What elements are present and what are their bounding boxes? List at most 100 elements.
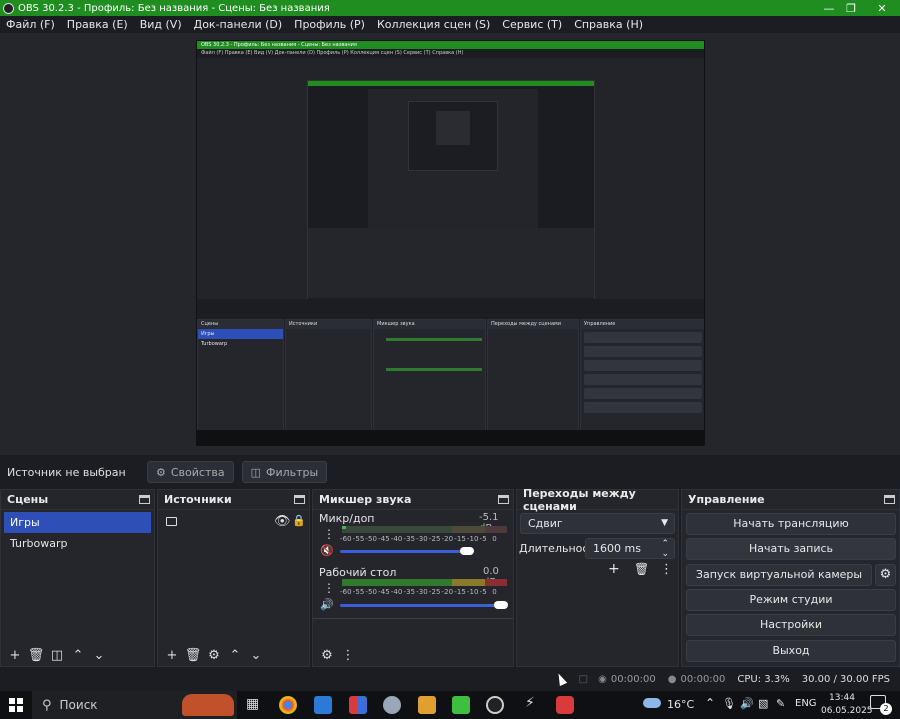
nested-mixer: Микшер звука	[373, 319, 486, 441]
preview-canvas[interactable]: OBS 30.2.3 - Профиль: Без названия - Сце…	[196, 40, 705, 446]
menu-view[interactable]: Вид (V)	[134, 18, 188, 31]
filter-icon[interactable]: ◫	[47, 646, 67, 664]
menu-edit[interactable]: Правка (E)	[61, 18, 134, 31]
properties-button[interactable]: ⚙ Свойства	[147, 461, 234, 483]
cpu-usage: CPU: 3.3%	[737, 673, 790, 685]
channel-name: Рабочий стол	[319, 566, 397, 579]
meter-scale-tick: -35	[403, 588, 416, 596]
nested-scenes: Сцены Игры Turbowarp	[197, 319, 284, 441]
arrow-up-icon[interactable]: ⌃	[68, 646, 88, 664]
microphone-icon[interactable]: 🎙	[722, 697, 736, 710]
duration-spinbox[interactable]: 1600 ms ⌃ ⌄	[585, 538, 675, 559]
volume-icon[interactable]: 🔊	[740, 697, 754, 710]
add-icon[interactable]: +	[162, 646, 182, 664]
menu-tools[interactable]: Сервис (T)	[496, 18, 568, 31]
pen-icon[interactable]: ✎	[776, 697, 785, 710]
more-icon[interactable]: ⋮	[660, 562, 673, 577]
menu-scene-collection[interactable]: Коллекция сцен (S)	[371, 18, 496, 31]
arrow-down-icon[interactable]: ⌄	[89, 646, 109, 664]
trash-icon[interactable]: 🗑	[183, 646, 203, 664]
meter-scale-tick: -60	[340, 588, 352, 596]
arrow-up-icon[interactable]: ⌃	[225, 646, 245, 664]
search-icon: ⚲	[42, 697, 52, 713]
clock-time[interactable]: 13:44	[829, 693, 855, 703]
app-icon[interactable]	[452, 696, 470, 714]
exit-button[interactable]: Выход	[686, 640, 896, 662]
virtual-camera-settings-icon[interactable]: ⚙	[875, 564, 896, 586]
volume-slider[interactable]	[340, 550, 464, 553]
lock-icon[interactable]: 🔒	[292, 514, 306, 527]
obs-icon[interactable]	[486, 696, 504, 714]
start-streaming-button[interactable]: Начать трансляцию	[686, 513, 896, 535]
lightning-icon[interactable]: ⚡	[525, 695, 535, 711]
menu-profile[interactable]: Профиль (P)	[288, 18, 371, 31]
volume-meter	[342, 526, 507, 533]
weather-temp[interactable]: 16°C	[667, 698, 694, 711]
meter-scale-tick: -25	[428, 588, 441, 596]
task-view-icon[interactable]: ▦	[246, 696, 259, 712]
taskbar-search[interactable]: ⚲ Поиск	[32, 691, 237, 719]
nested-taskbar	[197, 430, 704, 445]
scenes-title: Сцены	[7, 493, 49, 506]
meter-scale-tick: -50	[365, 535, 378, 543]
gear-icon[interactable]: ⚙	[204, 646, 224, 664]
muted-speaker-icon[interactable]: 🔇	[320, 544, 334, 557]
volume-slider-handle[interactable]	[460, 547, 474, 555]
app-icon[interactable]	[556, 696, 574, 714]
arrow-down-icon[interactable]: ⌄	[246, 646, 266, 664]
mixer-dock: Микшер звука Микр/доп -5.1 dB ⋮ -60-55-5…	[312, 489, 514, 667]
app-icon[interactable]	[418, 696, 436, 714]
add-icon[interactable]: +	[5, 646, 25, 664]
menu-help[interactable]: Справка (H)	[568, 18, 649, 31]
filters-button[interactable]: ◫ Фильтры	[241, 461, 328, 483]
chevron-up-icon[interactable]: ⌃	[705, 696, 715, 710]
network-icon[interactable]: ▧	[758, 697, 768, 710]
more-icon[interactable]: ⋮	[323, 527, 335, 541]
scene-item[interactable]: Turbowarp	[4, 533, 151, 554]
menu-docks[interactable]: Док-панели (D)	[188, 18, 289, 31]
add-icon[interactable]: +	[608, 561, 620, 577]
studio-mode-button[interactable]: Режим студии	[686, 589, 896, 611]
more-icon[interactable]: ⋮	[323, 581, 335, 595]
volume-slider[interactable]	[340, 604, 500, 607]
transitions-title: Переходы между сценами	[523, 486, 636, 513]
undock-icon[interactable]	[294, 495, 305, 504]
close-button[interactable]: ✕	[868, 0, 896, 16]
volume-meter	[342, 579, 507, 586]
meter-scale-tick: -30	[416, 588, 428, 596]
preview-area[interactable]: OBS 30.2.3 - Профиль: Без названия - Сце…	[0, 33, 900, 455]
meter-scale-tick: -50	[365, 588, 378, 596]
meter-scale-tick: -10	[466, 535, 479, 543]
speaker-icon[interactable]: 🔊	[320, 598, 334, 611]
sources-dock: Источники 👁 🔒 + 🗑 ⚙ ⌃ ⌄	[157, 489, 310, 667]
trash-icon[interactable]: 🗑	[26, 646, 46, 664]
eye-icon[interactable]: 👁	[274, 514, 291, 529]
start-virtual-camera-button[interactable]: Запуск виртуальной камеры	[686, 564, 872, 586]
trash-icon[interactable]: 🗑	[634, 562, 649, 576]
monitor-icon	[166, 517, 177, 526]
advanced-audio-icon[interactable]: ⚙	[317, 646, 337, 664]
transition-select[interactable]: Сдвиг ▼	[520, 513, 675, 534]
app-icon[interactable]	[314, 696, 332, 714]
chrome-icon[interactable]	[279, 696, 297, 714]
maximize-button[interactable]: ❐	[837, 0, 865, 16]
start-recording-button[interactable]: Начать запись	[686, 538, 896, 560]
volume-slider-handle[interactable]	[494, 601, 508, 609]
undock-icon[interactable]	[139, 495, 150, 504]
app-icon[interactable]	[349, 696, 367, 714]
more-icon[interactable]: ⋮	[338, 646, 358, 664]
clock-date[interactable]: 06.05.2025	[821, 706, 873, 716]
meter-scale-tick: -40	[390, 588, 403, 596]
undock-icon[interactable]	[498, 495, 509, 504]
settings-button[interactable]: Настройки	[686, 614, 896, 636]
meter-scale-tick: -40	[390, 535, 403, 543]
search-placeholder: Поиск	[59, 698, 98, 712]
divider	[313, 618, 513, 619]
menu-file[interactable]: Файл (F)	[0, 18, 61, 31]
app-icon[interactable]	[383, 696, 401, 714]
language-indicator[interactable]: ENG	[795, 698, 817, 709]
scene-item[interactable]: Игры	[4, 512, 151, 533]
undock-icon[interactable]	[884, 495, 895, 504]
windows-start-icon[interactable]	[9, 698, 23, 712]
controls-header: Управление	[682, 490, 899, 510]
